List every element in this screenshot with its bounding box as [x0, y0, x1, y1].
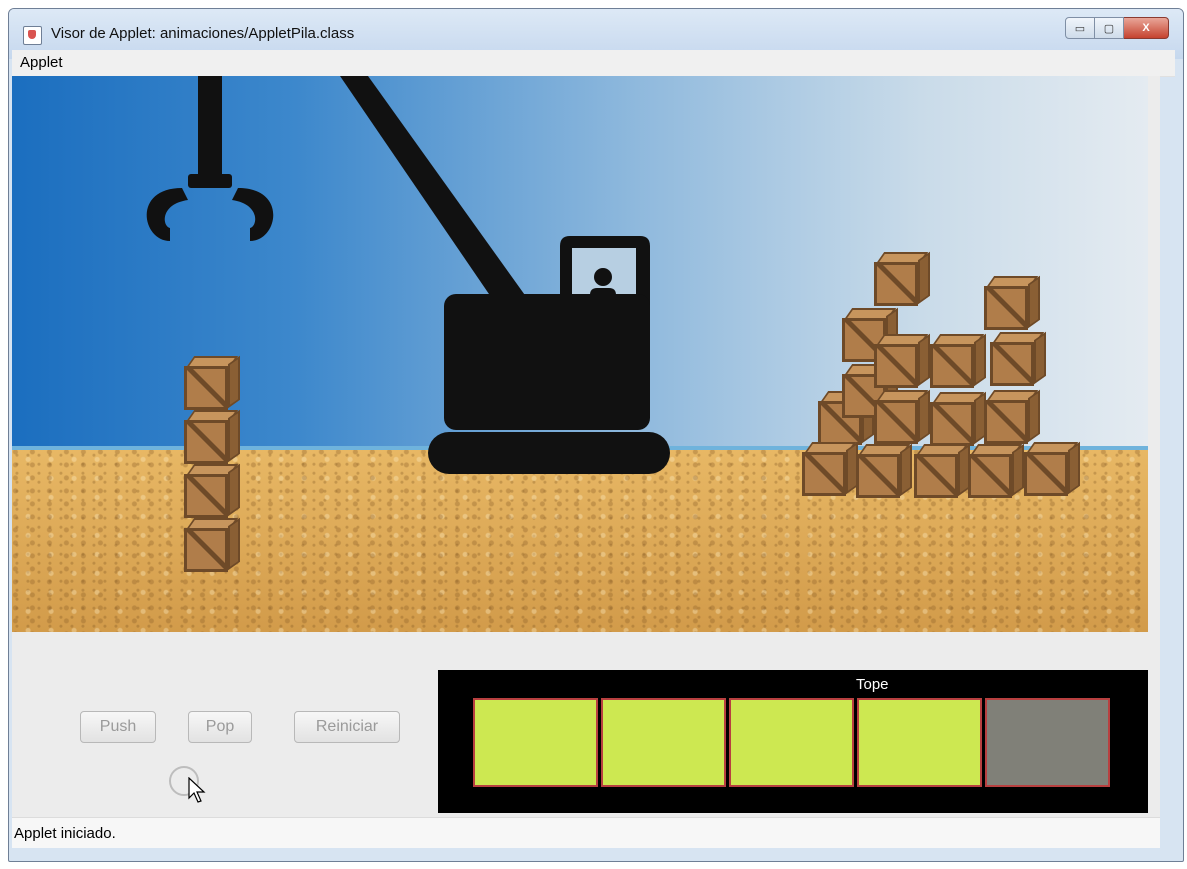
pile-crate [856, 443, 912, 500]
crates-layer [12, 76, 1148, 632]
pile-crate [874, 251, 930, 308]
stacked-crate [184, 463, 240, 520]
pile-crate [914, 443, 970, 500]
pile-crate [984, 275, 1040, 332]
stack-slot [857, 698, 982, 787]
pile-crate [990, 331, 1046, 388]
reset-button[interactable]: Reiniciar [294, 711, 400, 743]
menu-bar: Applet [12, 50, 1175, 77]
pile-crate [930, 333, 986, 390]
stack-top-label: Tope [856, 676, 889, 693]
stack-slot [729, 698, 854, 787]
push-button[interactable]: Push [80, 711, 156, 743]
pile-crate [984, 389, 1040, 446]
stacked-crate [184, 409, 240, 466]
mouse-pointer-icon [188, 777, 206, 803]
stacked-crate [184, 355, 240, 412]
stack-visualizer: Tope [438, 670, 1148, 813]
construction-scene [12, 76, 1148, 632]
window-title: Visor de Applet: animaciones/AppletPila.… [51, 25, 355, 42]
status-text: Applet iniciado. [14, 825, 116, 842]
menu-applet[interactable]: Applet [20, 54, 63, 71]
stacked-crate [184, 517, 240, 574]
stack-slot [985, 698, 1110, 787]
pop-button[interactable]: Pop [188, 711, 252, 743]
window-controls: ▭ ▢ X [1065, 17, 1169, 39]
minimize-button[interactable]: ▭ [1065, 17, 1095, 39]
pile-crate [968, 443, 1024, 500]
pile-crate [1024, 441, 1080, 498]
stack-slot [601, 698, 726, 787]
pile-crate [874, 389, 930, 446]
status-bar: Applet iniciado. [12, 817, 1160, 848]
pile-crate [930, 391, 986, 448]
java-app-icon [23, 26, 42, 45]
applet-content: Push Pop Reiniciar Tope [12, 76, 1160, 817]
maximize-button[interactable]: ▢ [1095, 17, 1124, 39]
stack-slot [473, 698, 598, 787]
close-button[interactable]: X [1124, 17, 1169, 39]
pile-crate [874, 333, 930, 390]
pile-crate [802, 441, 858, 498]
